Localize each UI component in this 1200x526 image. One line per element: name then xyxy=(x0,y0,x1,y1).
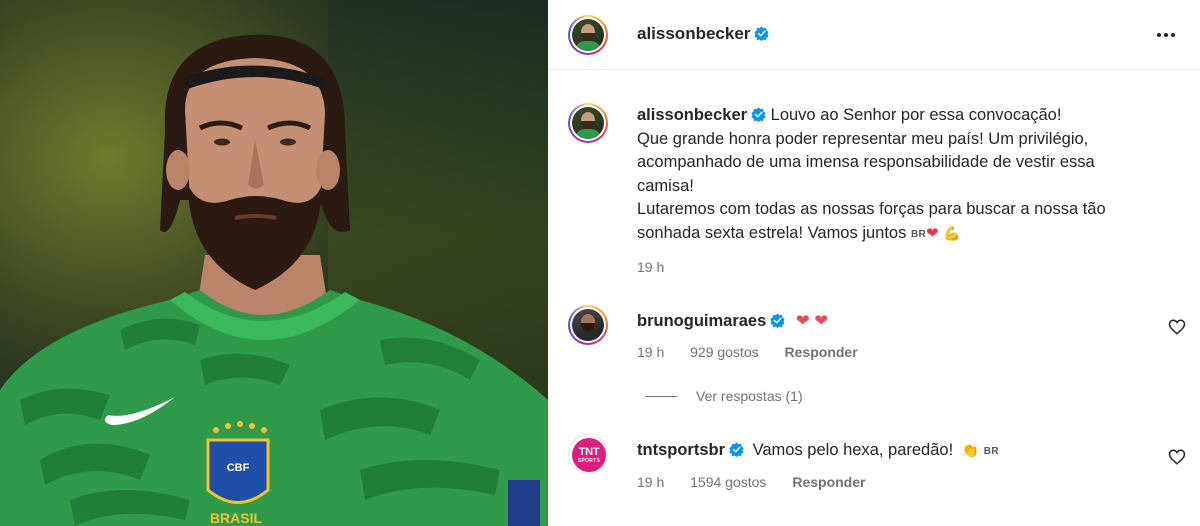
caption-line-4: camisa! xyxy=(637,176,694,195)
clapping-emoji: 👏 xyxy=(961,442,980,458)
verified-badge-icon xyxy=(729,442,744,457)
comment-brunoguimaraes: brunoguimaraes ❤ ❤ xyxy=(637,311,828,331)
post-photo[interactable]: CBF BRASIL xyxy=(0,0,548,526)
comment-text: ❤ ❤ xyxy=(795,312,829,330)
heart-outline-icon[interactable] xyxy=(1168,318,1186,336)
tnt-logo-text: TNT xyxy=(578,445,600,458)
brazil-flag-icon: BR xyxy=(910,228,926,240)
comment-tntsportsbr: tntsportsbr Vamos pelo hexa, paredão! 👏 … xyxy=(637,441,999,460)
comment-meta: 19 h 1594 gostos Responder xyxy=(637,474,887,490)
more-options-icon[interactable] xyxy=(1154,26,1178,44)
post-panel: alissonbecker alissonbecker Louvo ao Sen… xyxy=(548,0,1200,526)
caption-time[interactable]: 19 h xyxy=(637,259,664,275)
brazil-flag-icon: BR xyxy=(983,446,999,457)
verified-badge-icon xyxy=(754,26,770,41)
tnt-logo-subtext: SPORTS xyxy=(577,457,601,464)
comment-meta: 19 h 929 gostos Responder xyxy=(637,344,880,360)
verified-badge-icon xyxy=(751,107,766,122)
caption-meta: 19 h xyxy=(637,259,686,275)
verified-badge-icon xyxy=(770,313,785,328)
post-caption: alissonbecker Louvo ao Senhor por essa c… xyxy=(637,104,1177,246)
comment-time[interactable]: 19 h xyxy=(637,474,664,490)
comment-time[interactable]: 19 h xyxy=(637,344,664,360)
caption-line-6: sonhada sexta estrela! Vamos juntos xyxy=(637,223,907,242)
view-replies-label[interactable]: Ver respostas (1) xyxy=(696,388,803,404)
view-replies-button[interactable]: Ver respostas (1) xyxy=(645,388,803,404)
header-username-text[interactable]: alissonbecker xyxy=(637,24,750,43)
heart-outline-icon[interactable] xyxy=(1168,448,1186,466)
reply-button[interactable]: Responder xyxy=(792,474,865,490)
caption-line-3: acompanhado de uma imensa responsabilida… xyxy=(637,153,1095,171)
comment-text: Vamos pelo hexa, paredão! xyxy=(752,441,954,459)
comment-username[interactable]: tntsportsbr xyxy=(637,441,725,459)
caption-username[interactable]: alissonbecker xyxy=(637,106,747,124)
reply-button[interactable]: Responder xyxy=(785,344,858,360)
flexed-arm-emoji: 💪 xyxy=(943,224,961,241)
caption-line-2: Que grande honra poder representar meu p… xyxy=(637,129,1089,148)
comment-likes[interactable]: 929 gostos xyxy=(690,344,759,360)
caption-author-avatar[interactable] xyxy=(568,103,608,143)
comment-avatar-tntsportsbr[interactable]: TNT SPORTS xyxy=(568,434,608,474)
header-username[interactable]: alissonbecker xyxy=(637,24,770,44)
player-illustration: CBF BRASIL xyxy=(0,34,548,526)
caption-line-5: Lutaremos com todas as nossas forças par… xyxy=(637,200,1106,218)
comment-username[interactable]: brunoguimaraes xyxy=(637,312,766,330)
comment-avatar-brunoguimaraes[interactable] xyxy=(568,305,608,345)
jersey-text: BRASIL xyxy=(210,510,263,526)
author-avatar[interactable] xyxy=(568,15,608,55)
caption-line-1: Louvo ao Senhor por essa convocação! xyxy=(770,106,1062,124)
post-header: alissonbecker xyxy=(548,0,1200,70)
comment-likes[interactable]: 1594 gostos xyxy=(690,474,766,490)
heart-emoji: ❤ xyxy=(926,224,939,242)
crest-text: CBF xyxy=(227,462,250,474)
